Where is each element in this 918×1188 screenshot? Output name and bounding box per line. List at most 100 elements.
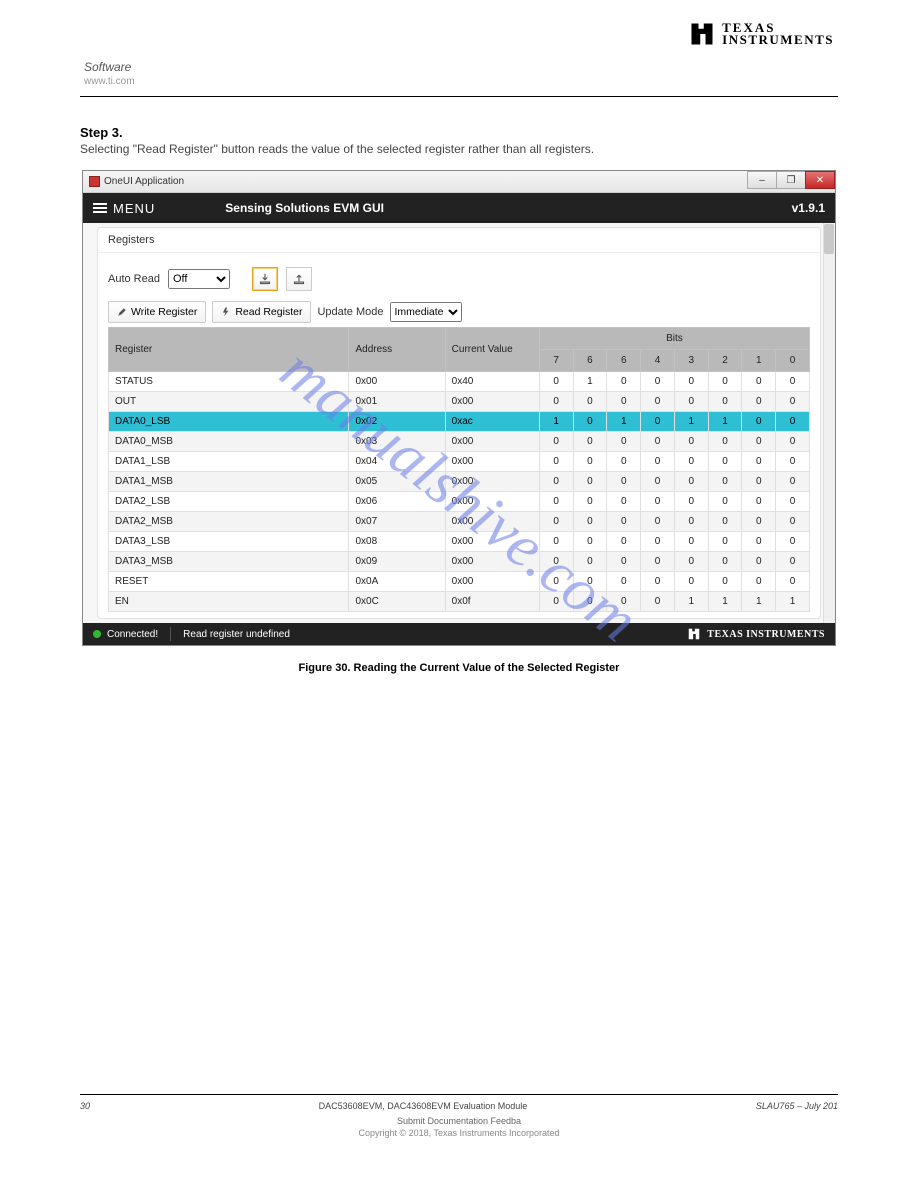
- cell-bit[interactable]: 0: [641, 492, 675, 512]
- cell-bit[interactable]: 0: [742, 472, 776, 492]
- cell-bit[interactable]: 0: [607, 392, 641, 412]
- column-value[interactable]: Current Value: [445, 328, 539, 372]
- cell-bit[interactable]: 0: [742, 412, 776, 432]
- cell-bit[interactable]: 0: [674, 552, 708, 572]
- menu-button[interactable]: MENU: [93, 201, 155, 216]
- cell-bit[interactable]: 0: [539, 532, 573, 552]
- table-row[interactable]: DATA3_LSB0x080x0000000000: [109, 532, 810, 552]
- cell-bit[interactable]: 0: [539, 512, 573, 532]
- cell-bit[interactable]: 0: [641, 392, 675, 412]
- table-row[interactable]: DATA1_MSB0x050x0000000000: [109, 472, 810, 492]
- cell-bit[interactable]: 0: [742, 532, 776, 552]
- cell-bit[interactable]: 0: [573, 392, 607, 412]
- table-row[interactable]: OUT0x010x0000000000: [109, 392, 810, 412]
- cell-bit[interactable]: 0: [674, 492, 708, 512]
- table-row[interactable]: DATA3_MSB0x090x0000000000: [109, 552, 810, 572]
- cell-bit[interactable]: 0: [641, 592, 675, 612]
- column-register[interactable]: Register: [109, 328, 349, 372]
- cell-bit[interactable]: 0: [674, 472, 708, 492]
- cell-bit[interactable]: 0: [607, 592, 641, 612]
- cell-bit[interactable]: 0: [708, 532, 742, 552]
- cell-bit[interactable]: 0: [573, 592, 607, 612]
- table-row[interactable]: DATA0_LSB0x020xac10101100: [109, 412, 810, 432]
- cell-bit[interactable]: 0: [708, 572, 742, 592]
- cell-bit[interactable]: 0: [708, 512, 742, 532]
- cell-bit[interactable]: 0: [641, 432, 675, 452]
- table-row[interactable]: EN0x0C0x0f00001111: [109, 592, 810, 612]
- cell-bit[interactable]: 0: [607, 512, 641, 532]
- cell-bit[interactable]: 1: [742, 592, 776, 612]
- cell-bit[interactable]: 0: [742, 372, 776, 392]
- cell-bit[interactable]: 0: [539, 432, 573, 452]
- cell-bit[interactable]: 0: [641, 512, 675, 532]
- cell-bit[interactable]: 0: [776, 572, 810, 592]
- window-minimize-button[interactable]: –: [747, 171, 777, 189]
- cell-bit[interactable]: 0: [573, 492, 607, 512]
- autoread-select[interactable]: Off: [168, 269, 230, 289]
- cell-bit[interactable]: 0: [742, 512, 776, 532]
- cell-bit[interactable]: 1: [708, 592, 742, 612]
- cell-bit[interactable]: 0: [641, 412, 675, 432]
- cell-bit[interactable]: 0: [539, 372, 573, 392]
- cell-bit[interactable]: 0: [573, 552, 607, 572]
- table-row[interactable]: DATA1_LSB0x040x0000000000: [109, 452, 810, 472]
- cell-bit[interactable]: 0: [573, 472, 607, 492]
- cell-bit[interactable]: 0: [607, 432, 641, 452]
- cell-bit[interactable]: 0: [742, 392, 776, 412]
- cell-bit[interactable]: 0: [674, 512, 708, 532]
- cell-bit[interactable]: 0: [607, 452, 641, 472]
- cell-bit[interactable]: 0: [776, 412, 810, 432]
- table-row[interactable]: DATA2_LSB0x060x0000000000: [109, 492, 810, 512]
- cell-bit[interactable]: 0: [641, 452, 675, 472]
- cell-bit[interactable]: 0: [776, 452, 810, 472]
- cell-bit[interactable]: 1: [607, 412, 641, 432]
- table-row[interactable]: DATA2_MSB0x070x0000000000: [109, 512, 810, 532]
- cell-bit[interactable]: 0: [708, 432, 742, 452]
- cell-bit[interactable]: 0: [776, 512, 810, 532]
- cell-bit[interactable]: 0: [674, 532, 708, 552]
- cell-bit[interactable]: 0: [607, 372, 641, 392]
- cell-bit[interactable]: 0: [776, 432, 810, 452]
- cell-bit[interactable]: 1: [674, 592, 708, 612]
- cell-bit[interactable]: 0: [674, 452, 708, 472]
- cell-bit[interactable]: 0: [742, 572, 776, 592]
- load-config-button[interactable]: [286, 267, 312, 291]
- cell-bit[interactable]: 0: [776, 532, 810, 552]
- read-register-button[interactable]: Read Register: [212, 301, 311, 323]
- cell-bit[interactable]: 0: [776, 492, 810, 512]
- cell-bit[interactable]: 0: [539, 592, 573, 612]
- window-maximize-button[interactable]: ❐: [776, 171, 806, 189]
- save-config-button[interactable]: [252, 267, 278, 291]
- cell-bit[interactable]: 0: [742, 492, 776, 512]
- cell-bit[interactable]: 0: [742, 432, 776, 452]
- cell-bit[interactable]: 0: [776, 372, 810, 392]
- cell-bit[interactable]: 0: [641, 532, 675, 552]
- cell-bit[interactable]: 0: [708, 392, 742, 412]
- cell-bit[interactable]: 0: [708, 452, 742, 472]
- column-address[interactable]: Address: [349, 328, 445, 372]
- cell-bit[interactable]: 0: [641, 572, 675, 592]
- cell-bit[interactable]: 0: [607, 552, 641, 572]
- cell-bit[interactable]: 0: [674, 572, 708, 592]
- cell-bit[interactable]: 0: [539, 552, 573, 572]
- cell-bit[interactable]: 0: [708, 492, 742, 512]
- cell-bit[interactable]: 0: [776, 392, 810, 412]
- cell-bit[interactable]: 0: [539, 572, 573, 592]
- cell-bit[interactable]: 1: [573, 372, 607, 392]
- cell-bit[interactable]: 0: [641, 472, 675, 492]
- cell-bit[interactable]: 0: [539, 392, 573, 412]
- update-mode-select[interactable]: Immediate: [390, 302, 462, 322]
- table-row[interactable]: RESET0x0A0x0000000000: [109, 572, 810, 592]
- cell-bit[interactable]: 0: [573, 432, 607, 452]
- cell-bit[interactable]: 1: [708, 412, 742, 432]
- cell-bit[interactable]: 0: [674, 392, 708, 412]
- cell-bit[interactable]: 0: [607, 472, 641, 492]
- cell-bit[interactable]: 0: [742, 452, 776, 472]
- cell-bit[interactable]: 0: [607, 532, 641, 552]
- table-row[interactable]: STATUS0x000x4001000000: [109, 372, 810, 392]
- cell-bit[interactable]: 0: [607, 492, 641, 512]
- cell-bit[interactable]: 0: [641, 372, 675, 392]
- cell-bit[interactable]: 0: [674, 432, 708, 452]
- scrollbar[interactable]: [823, 223, 835, 623]
- cell-bit[interactable]: 0: [607, 572, 641, 592]
